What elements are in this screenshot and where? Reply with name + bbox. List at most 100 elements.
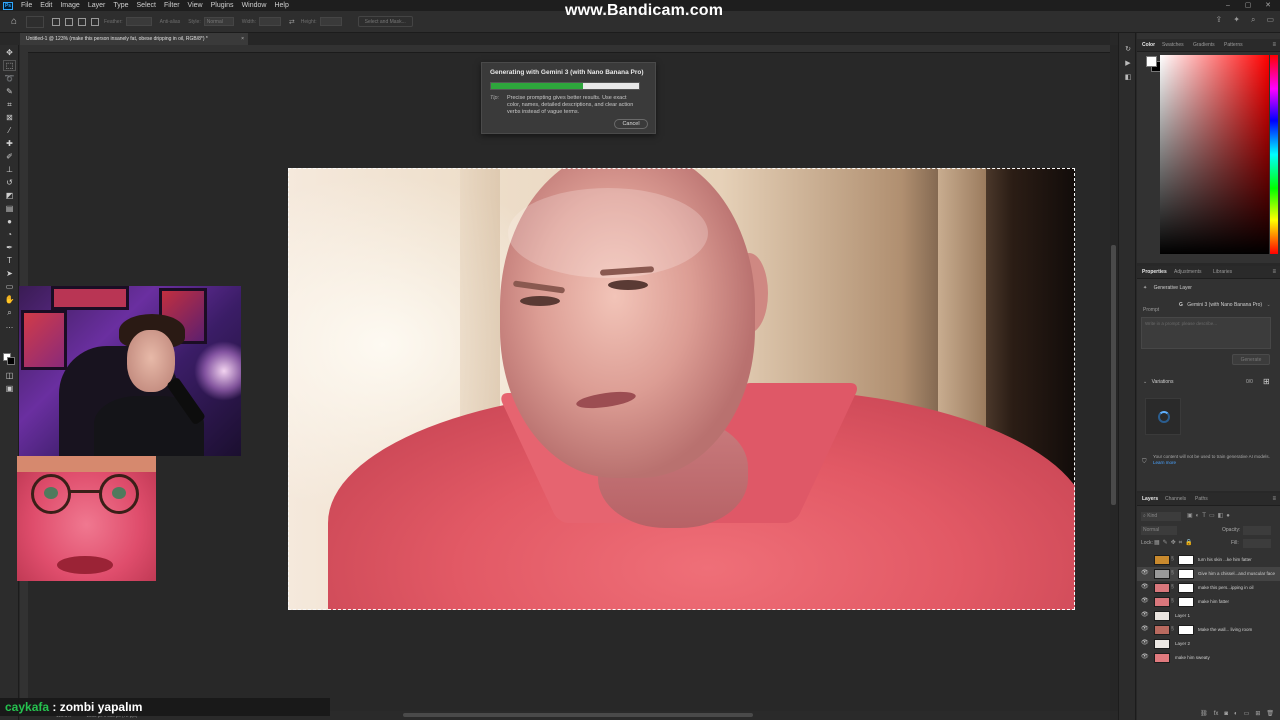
- search-icon[interactable]: ⌕: [1251, 15, 1255, 25]
- horizontal-scrollbar[interactable]: [403, 713, 753, 717]
- visibility-eye-icon[interactable]: 👁: [1141, 598, 1149, 605]
- menu-edit[interactable]: Edit: [36, 2, 56, 9]
- menu-file[interactable]: File: [17, 2, 36, 9]
- subtract-selection-icon[interactable]: [78, 17, 86, 26]
- tab-gradients[interactable]: Gradients: [1193, 39, 1215, 52]
- close-tab-icon[interactable]: ×: [241, 33, 244, 45]
- tab-paths[interactable]: Paths: [1195, 493, 1208, 506]
- workspace-icon[interactable]: ▭: [1266, 15, 1274, 25]
- more-tools-icon[interactable]: …: [4, 321, 15, 330]
- tab-adjustments[interactable]: Adjustments: [1174, 266, 1202, 279]
- link-layers-icon[interactable]: ⛓: [1200, 708, 1208, 720]
- layer-row[interactable]: 👁 Layer 2: [1137, 637, 1280, 651]
- color-picker-field[interactable]: [1160, 55, 1269, 254]
- menu-layer[interactable]: Layer: [84, 2, 110, 9]
- tab-properties[interactable]: Properties: [1142, 266, 1167, 279]
- dodge-tool-icon[interactable]: ◔: [4, 230, 15, 239]
- layer-row[interactable]: 👁 § make him fatter: [1137, 595, 1280, 609]
- layer-filter-icons[interactable]: ▣◐T▭◧●: [1187, 512, 1233, 519]
- layer-row[interactable]: 👁 Layer 1: [1137, 609, 1280, 623]
- lightbulb-icon[interactable]: ✦: [1233, 15, 1240, 25]
- tab-swatches[interactable]: Swatches: [1162, 39, 1184, 52]
- tab-color[interactable]: Color: [1142, 39, 1155, 52]
- clone-stamp-icon[interactable]: ⊥: [4, 165, 15, 174]
- quick-mask-icon[interactable]: ◫: [4, 371, 15, 380]
- layer-mask-thumbnail[interactable]: [1178, 625, 1194, 635]
- hand-tool-icon[interactable]: ✋: [4, 295, 15, 304]
- antialias-checkbox[interactable]: Anti-alias: [160, 19, 181, 25]
- layer-row[interactable]: 👁 make him sweaty: [1137, 651, 1280, 665]
- visibility-eye-icon[interactable]: 👁: [1141, 640, 1149, 647]
- cancel-button[interactable]: Cancel: [614, 119, 648, 129]
- layer-style-icon[interactable]: fx: [1214, 708, 1219, 720]
- width-input[interactable]: [258, 17, 281, 26]
- lasso-tool-icon[interactable]: ➰: [4, 74, 15, 83]
- prompt-input[interactable]: Write in a prompt: please describe...: [1141, 317, 1271, 349]
- tab-channels[interactable]: Channels: [1165, 493, 1186, 506]
- background-color-swatch[interactable]: [7, 357, 15, 365]
- new-layer-icon[interactable]: ⊞: [1255, 708, 1260, 720]
- pen-tool-icon[interactable]: ✒: [4, 243, 15, 252]
- visibility-eye-icon[interactable]: 👁: [1141, 626, 1149, 633]
- swap-icon[interactable]: ⇄: [289, 18, 295, 26]
- shape-tool-icon[interactable]: ▭: [4, 282, 15, 291]
- model-selector[interactable]: G Gemini 3 (with Nano Banana Pro) ⌄: [1179, 302, 1271, 308]
- menu-window[interactable]: Window: [238, 2, 271, 9]
- history-brush-icon[interactable]: ↺: [4, 178, 15, 187]
- tab-patterns[interactable]: Patterns: [1224, 39, 1243, 52]
- quick-select-tool-icon[interactable]: ✎: [4, 87, 15, 96]
- tab-layers[interactable]: Layers: [1142, 493, 1158, 506]
- generate-button[interactable]: Generate: [1232, 354, 1270, 365]
- intersect-selection-icon[interactable]: [91, 17, 99, 26]
- history-panel-icon[interactable]: ↻: [1123, 45, 1133, 54]
- minimize-icon[interactable]: –: [1221, 0, 1235, 11]
- menu-type[interactable]: Type: [109, 2, 132, 9]
- menu-filter[interactable]: Filter: [160, 2, 184, 9]
- layer-row[interactable]: 👁 § make this pers...ipping in oil: [1137, 581, 1280, 595]
- style-select[interactable]: Normal: [203, 17, 234, 26]
- type-tool-icon[interactable]: T: [4, 256, 15, 265]
- actions-panel-icon[interactable]: ▶: [1123, 59, 1133, 68]
- panel-menu-icon[interactable]: ≡: [1272, 266, 1276, 279]
- zoom-tool-icon[interactable]: ⌕: [4, 308, 15, 317]
- new-selection-icon[interactable]: [52, 17, 60, 26]
- learn-more-link[interactable]: Learn more: [1153, 460, 1176, 465]
- menu-plugins[interactable]: Plugins: [207, 2, 238, 9]
- crop-tool-icon[interactable]: ⌗: [4, 100, 15, 109]
- layer-row[interactable]: 👁 § Give him a chissel...and muscular face: [1137, 567, 1280, 581]
- tab-libraries[interactable]: Libraries: [1213, 266, 1232, 279]
- path-select-icon[interactable]: ➤: [4, 269, 15, 278]
- panel-menu-icon[interactable]: ≡: [1272, 493, 1276, 506]
- gradient-tool-icon[interactable]: ▤: [4, 204, 15, 213]
- menu-image[interactable]: Image: [56, 2, 83, 9]
- mask-link-icon[interactable]: §: [1171, 584, 1174, 590]
- add-selection-icon[interactable]: [65, 17, 73, 26]
- vertical-scrollbar[interactable]: [1111, 245, 1116, 505]
- blur-tool-icon[interactable]: ●: [4, 217, 15, 226]
- panel-menu-icon[interactable]: ≡: [1272, 39, 1276, 52]
- height-input[interactable]: [319, 17, 342, 26]
- menu-view[interactable]: View: [184, 2, 207, 9]
- mask-link-icon[interactable]: §: [1171, 598, 1174, 604]
- eyedropper-tool-icon[interactable]: ⁄: [4, 126, 15, 135]
- foreground-swatch[interactable]: [1146, 56, 1157, 67]
- brush-tool-icon[interactable]: ✐: [4, 152, 15, 161]
- visibility-eye-icon[interactable]: 👁: [1141, 612, 1149, 619]
- close-window-icon[interactable]: ✕: [1261, 0, 1275, 11]
- tool-preset-picker[interactable]: [26, 15, 44, 28]
- lock-icons[interactable]: ▦✎✥⌗🔒: [1154, 539, 1196, 547]
- feather-input[interactable]: [125, 17, 152, 26]
- fill-input[interactable]: [1243, 539, 1271, 548]
- layer-row[interactable]: § turn his skin ...ke him fatter: [1137, 553, 1280, 567]
- select-and-mask-button[interactable]: Select and Mask...: [357, 16, 413, 27]
- new-group-icon[interactable]: ▭: [1244, 708, 1250, 720]
- blend-mode-select[interactable]: Normal: [1141, 526, 1177, 535]
- screen-mode-icon[interactable]: ▣: [4, 384, 15, 393]
- hue-slider[interactable]: [1270, 55, 1278, 254]
- move-tool-icon[interactable]: ✥: [4, 48, 15, 57]
- maximize-icon[interactable]: ▢: [1241, 0, 1255, 11]
- mask-link-icon[interactable]: §: [1171, 556, 1174, 562]
- mask-link-icon[interactable]: §: [1171, 570, 1174, 576]
- eraser-tool-icon[interactable]: ◩: [4, 191, 15, 200]
- visibility-eye-icon[interactable]: 👁: [1141, 570, 1149, 577]
